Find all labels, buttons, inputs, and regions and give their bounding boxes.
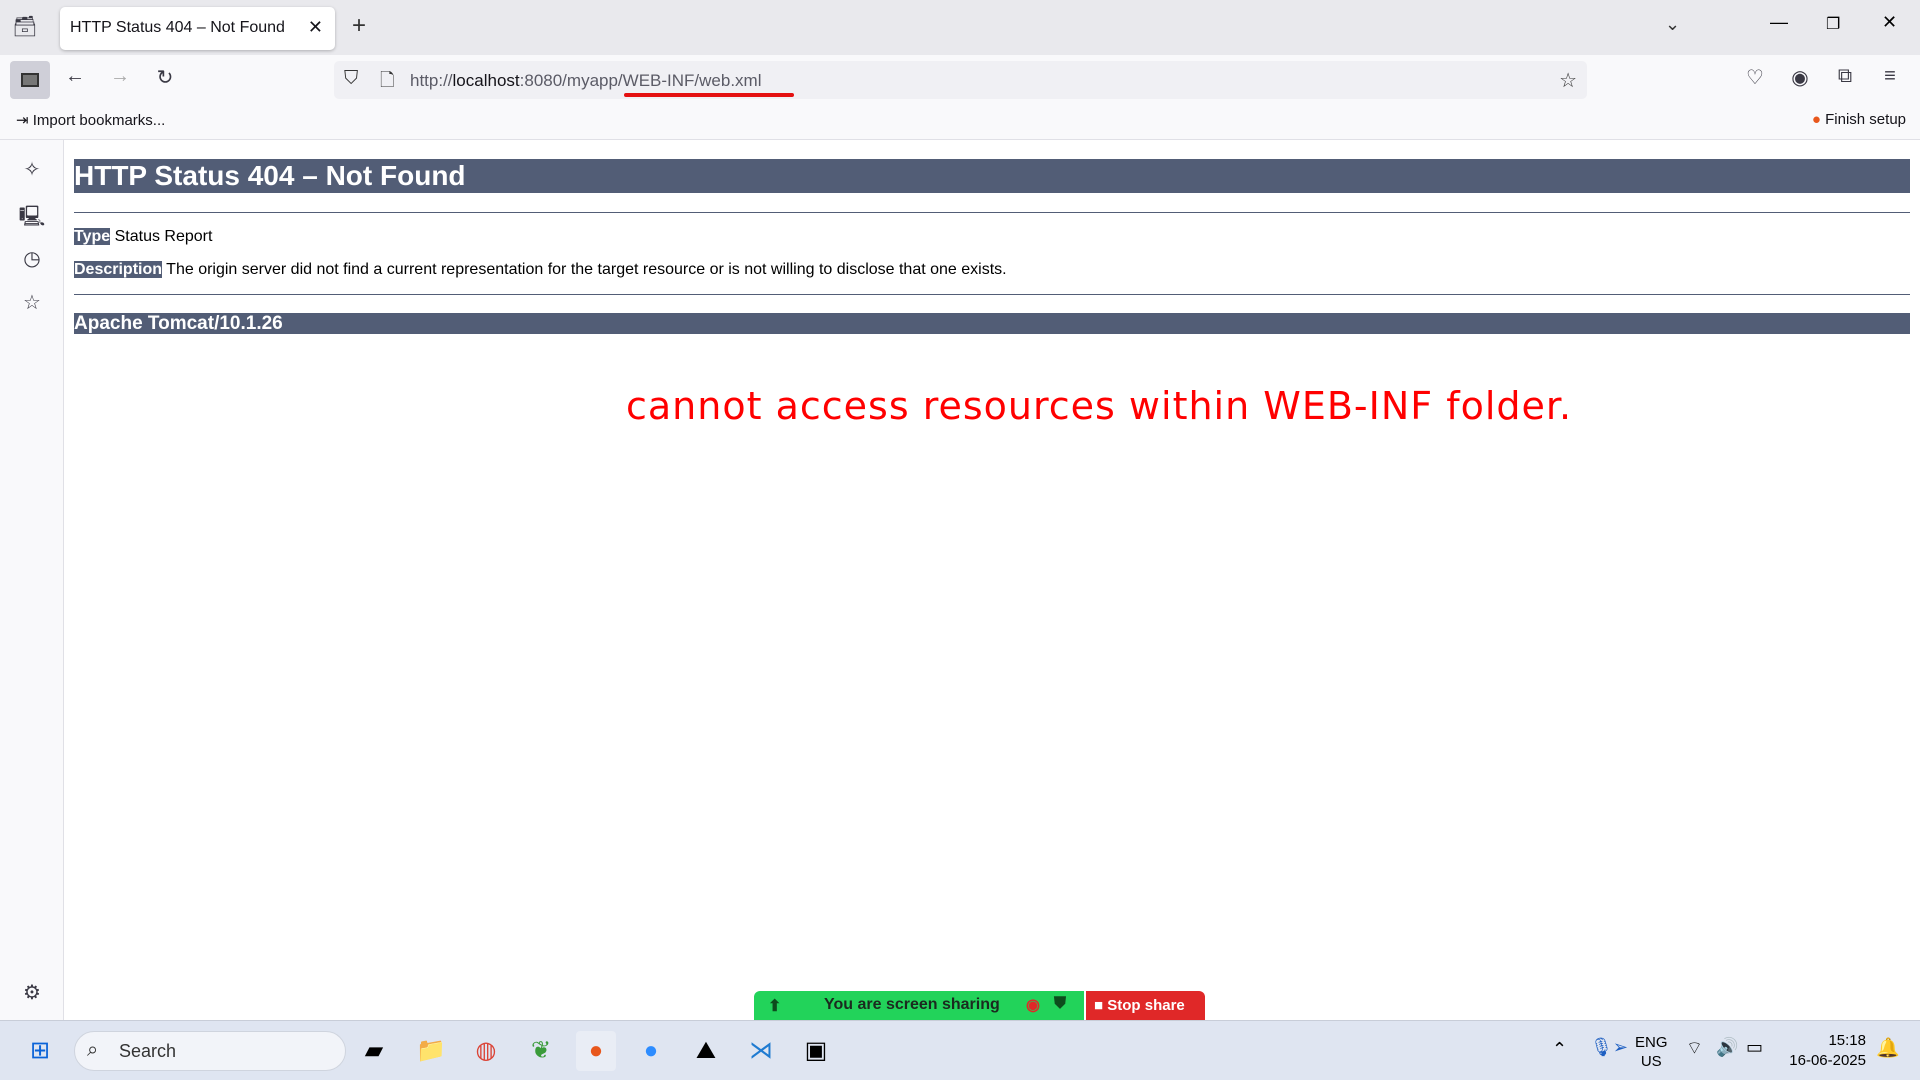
lang: ENG	[1635, 1034, 1668, 1051]
file-explorer-icon[interactable]: 📁	[411, 1031, 451, 1071]
close-tab-icon[interactable]: ✕	[308, 17, 323, 38]
minimize-icon[interactable]: —	[1770, 12, 1788, 33]
volume-icon[interactable]: 🔊	[1716, 1037, 1738, 1058]
language-indicator[interactable]: ENG US	[1635, 1033, 1668, 1071]
search-box[interactable]: ⌕ Search	[74, 1031, 346, 1071]
mic-location-icon[interactable]: 🎙➢	[1590, 1037, 1628, 1058]
description-value: The origin server did not find a current…	[166, 261, 1007, 278]
date: 16-06-2025	[1789, 1052, 1866, 1069]
wifi-icon[interactable]: ⌔	[1686, 1037, 1703, 1060]
vscode-icon[interactable]: ⋊	[741, 1031, 781, 1071]
page-content: HTTP Status 404 – Not Found Type Status …	[64, 140, 1920, 1020]
divider	[74, 212, 1910, 213]
stop-share-button[interactable]: ■ Stop share	[1086, 991, 1205, 1020]
account-icon[interactable]: ◉	[1785, 65, 1815, 90]
bookmarks-toolbar: ⇥ Import bookmarks... ● Finish setup	[0, 100, 1920, 140]
search-placeholder: Search	[119, 1041, 177, 1061]
zoom-icon[interactable]: ●	[631, 1031, 671, 1071]
record-icon[interactable]: ◉	[1026, 995, 1040, 1015]
search-icon: ⌕	[87, 1039, 99, 1061]
divider	[74, 294, 1910, 295]
region: US	[1640, 1053, 1662, 1070]
finish-setup-button[interactable]: ● Finish setup	[1812, 111, 1906, 128]
tab-active[interactable]: HTTP Status 404 – Not Found ✕	[60, 7, 335, 50]
sidebar: ✧ 🖳 ◷ ☆ ⚙	[0, 140, 64, 1020]
url-host: localhost	[452, 71, 520, 90]
shield-check-icon[interactable]: ⛊	[1054, 995, 1066, 1013]
firefox-taskbar-icon[interactable]: ●	[576, 1031, 616, 1071]
type-label: Type	[74, 228, 111, 245]
stop-share-label: Stop share	[1107, 997, 1185, 1014]
taskbar: ⊞ ⌕ Search ▰ 📁 ◍ ❦ ● ● ⛰ ⋊ ▣ ⌃ 🎙➢ ENG US …	[0, 1020, 1920, 1080]
settings-gear-icon[interactable]: ⚙	[17, 980, 47, 1005]
red-underline-annotation	[624, 93, 794, 97]
stop-icon: ■	[1094, 997, 1104, 1014]
import-bookmarks-button[interactable]: ⇥ Import bookmarks...	[16, 111, 165, 129]
menu-icon[interactable]: ≡	[1875, 65, 1905, 88]
page-icon[interactable]: 🗋	[380, 68, 394, 98]
page-title: HTTP Status 404 – Not Found	[74, 159, 1910, 193]
restore-icon[interactable]: ❐	[1826, 14, 1840, 34]
notifications-bell-icon[interactable]: 🔔	[1876, 1036, 1900, 1060]
chrome-icon[interactable]: ◍	[466, 1031, 506, 1071]
tab-overview-icon[interactable]: 🗃	[10, 14, 40, 39]
list-tabs-chevron-icon[interactable]: ⌄	[1665, 14, 1680, 35]
url-bar[interactable]: ⛉ 🗋 http://localhost:8080/myapp/WEB-INF/…	[334, 61, 1587, 99]
bookmark-star-icon[interactable]: ☆	[1559, 68, 1577, 93]
share-status: You are screen sharing	[824, 996, 1000, 1013]
new-tab-icon[interactable]: +	[352, 12, 366, 40]
spring-tool-icon[interactable]: ❦	[521, 1031, 561, 1071]
server-footer: Apache Tomcat/10.1.26	[74, 313, 1910, 334]
back-icon[interactable]: ←	[60, 65, 90, 88]
screen-share-bar: ⬆ You are screen sharing ◉ ⛊ ■ Stop shar…	[754, 991, 1205, 1020]
shield-icon[interactable]: ⛉	[344, 68, 358, 90]
tab-strip: 🗃 HTTP Status 404 – Not Found ✕ + ⌄ — ❐ …	[0, 0, 1920, 55]
import-icon: ⇥	[16, 112, 33, 129]
description-label: Description	[74, 261, 163, 278]
sidebar-icon	[21, 73, 39, 87]
import-bookmarks-label: Import bookmarks...	[32, 112, 166, 129]
annotation-note: cannot access resources within WEB-INF f…	[626, 384, 1573, 428]
forward-icon[interactable]: →	[105, 65, 135, 88]
pocket-icon[interactable]: ♡	[1740, 65, 1770, 90]
sidebar-toggle-button[interactable]	[10, 61, 50, 99]
start-windows-icon[interactable]: ⊞	[20, 1031, 60, 1071]
terminal-icon[interactable]: ▣	[796, 1031, 836, 1071]
close-window-icon[interactable]: ✕	[1882, 12, 1897, 33]
tab-title: HTTP Status 404 – Not Found	[70, 19, 285, 36]
type-value: Status Report	[114, 228, 213, 245]
show-hidden-icons-chevron[interactable]: ⌃	[1552, 1039, 1567, 1060]
clock[interactable]: 15:18 16-06-2025	[1786, 1031, 1866, 1071]
firefox-icon: ●	[1811, 111, 1826, 128]
ai-chatbot-icon[interactable]: ✧	[17, 157, 47, 182]
extensions-icon[interactable]: ⧉	[1830, 65, 1860, 88]
url-path: :8080/myapp/WEB-INF/web.xml	[519, 71, 762, 90]
battery-icon[interactable]: ▭	[1746, 1037, 1763, 1058]
time: 15:18	[1828, 1032, 1866, 1049]
bookmarks-icon[interactable]: ☆	[17, 290, 47, 315]
url-prefix: http://	[410, 71, 453, 90]
drag-handle-icon[interactable]: ⬆	[768, 996, 781, 1016]
finish-setup-label: Finish setup	[1825, 111, 1906, 128]
task-view-icon[interactable]: ▰	[354, 1031, 394, 1071]
snipping-tool-icon[interactable]: ⛰	[686, 1031, 726, 1071]
synced-tabs-icon[interactable]: 🖳	[17, 202, 47, 236]
reload-icon[interactable]: ↻	[150, 65, 180, 90]
history-icon[interactable]: ◷	[17, 246, 47, 271]
